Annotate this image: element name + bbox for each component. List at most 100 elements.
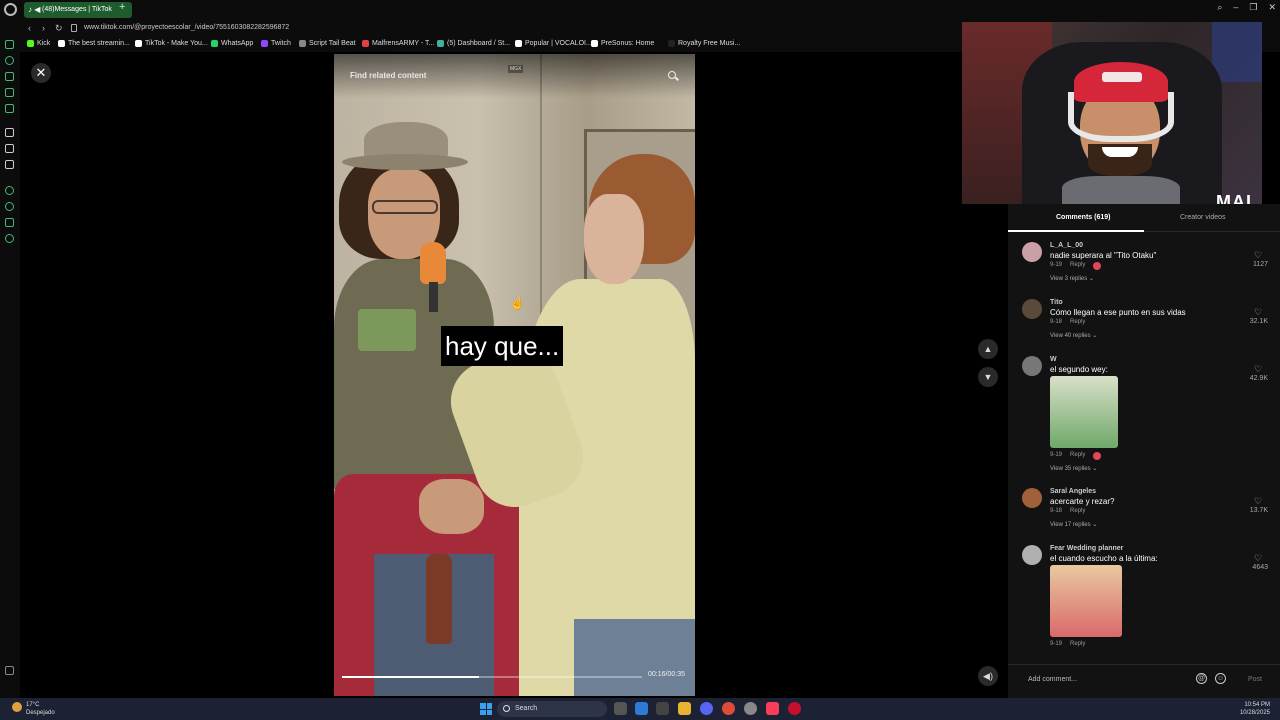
tab-creator-videos[interactable]: Creator videos xyxy=(1180,214,1226,221)
bookmark-item[interactable]: WhatsApp xyxy=(211,40,253,47)
view-replies-button[interactable]: View 17 replies ⌄ xyxy=(1050,521,1097,528)
bookmark-item[interactable]: MalfrensARMY - T... xyxy=(362,40,434,47)
edge-icon[interactable] xyxy=(635,702,648,715)
reply-button[interactable]: Reply xyxy=(1070,319,1085,325)
emoji-icon[interactable]: ☺ xyxy=(1215,673,1226,684)
next-video-button[interactable]: ▼ xyxy=(978,367,998,387)
volume-button[interactable]: ◀) xyxy=(978,666,998,686)
heart-icon[interactable]: ♡ xyxy=(1254,364,1262,375)
sidebar-app-icon[interactable] xyxy=(5,128,14,137)
sidebar-settings-icon[interactable] xyxy=(5,234,14,243)
avatar[interactable] xyxy=(1022,242,1042,262)
heart-icon[interactable]: ♡ xyxy=(1254,250,1262,261)
sidebar-player-icon[interactable] xyxy=(5,186,14,195)
taskbar-clock[interactable]: 10:54 PM 10/28/2025 xyxy=(1240,701,1270,717)
maximize-button[interactable]: ❐ xyxy=(1249,2,1257,13)
add-comment-input[interactable]: Add comment... xyxy=(1028,676,1077,683)
sidebar-messenger-icon[interactable] xyxy=(5,88,14,97)
view-replies-label: View 17 replies xyxy=(1050,522,1091,528)
sidebar-ai-icon[interactable] xyxy=(5,72,14,81)
minimize-button[interactable]: – xyxy=(1233,2,1238,13)
view-replies-button[interactable]: View 35 replies ⌄ xyxy=(1050,465,1097,472)
comment-username[interactable]: W xyxy=(1050,356,1057,363)
weather-temperature: 17°C xyxy=(26,702,40,708)
forward-arrow-icon[interactable]: › xyxy=(42,23,45,33)
bookmark-item[interactable]: PreSonus: Home xyxy=(591,40,654,47)
sidebar-tiktok-icon[interactable] xyxy=(5,144,14,153)
bookmark-item[interactable]: Popular | VOCALOI... xyxy=(515,40,592,47)
back-arrow-icon[interactable]: ‹ xyxy=(28,23,31,33)
comment-username[interactable]: Tito xyxy=(1050,299,1063,306)
avatar[interactable] xyxy=(1022,545,1042,565)
lock-icon xyxy=(71,24,77,32)
close-window-button[interactable]: ✕ xyxy=(1268,2,1276,13)
chrome-icon[interactable] xyxy=(722,702,735,715)
reply-button[interactable]: Reply xyxy=(1070,508,1085,514)
weather-widget[interactable]: 17°C Despejado xyxy=(26,701,55,717)
creator-liked-icon xyxy=(1093,262,1102,270)
sidebar-gx-icon[interactable] xyxy=(5,666,14,675)
search-icon[interactable] xyxy=(668,71,676,79)
bookmark-item[interactable]: TikTok - Make You... xyxy=(135,40,208,47)
bookmark-item[interactable]: Kick xyxy=(27,40,50,47)
post-button[interactable]: Post xyxy=(1248,676,1262,683)
weather-icon[interactable] xyxy=(12,702,22,712)
heart-icon[interactable]: ♡ xyxy=(1254,307,1262,318)
sidebar-x-icon[interactable] xyxy=(5,160,14,169)
taskbar-search[interactable]: Search xyxy=(497,701,607,717)
close-video-button[interactable]: ✕ xyxy=(31,63,51,83)
reply-button[interactable]: Reply xyxy=(1070,262,1085,270)
comment-username[interactable]: L_A_L_00 xyxy=(1050,242,1083,249)
previous-video-button[interactable]: ▲ xyxy=(978,339,998,359)
reply-button[interactable]: Reply xyxy=(1070,452,1085,460)
tab-comments[interactable]: Comments (619) xyxy=(1056,214,1110,221)
view-replies-button[interactable]: View 3 replies ⌄ xyxy=(1050,275,1094,282)
opera-gx-taskbar-icon[interactable] xyxy=(656,702,669,715)
taskview-icon[interactable] xyxy=(614,702,627,715)
url-field[interactable]: www.tiktok.com/@proyectoescolar_/video/7… xyxy=(84,24,289,31)
file-explorer-icon[interactable] xyxy=(678,702,691,715)
sidebar-whatsapp-icon[interactable] xyxy=(5,104,14,113)
bookmark-favicon-icon xyxy=(58,40,65,47)
bookmark-item[interactable]: (5) Dashboard / St... xyxy=(437,40,510,47)
comment-username[interactable]: Fear Wedding planner xyxy=(1050,545,1123,552)
comment-image[interactable] xyxy=(1050,565,1122,637)
sidebar-workspaces-icon[interactable] xyxy=(5,40,14,49)
reply-button[interactable]: Reply xyxy=(1070,641,1085,647)
video-player[interactable]: Find related content MGX hay que... ☝ 00… xyxy=(334,54,695,696)
new-tab-button[interactable]: + xyxy=(119,1,125,13)
tab-title: (48)Messages | TikTok xyxy=(42,6,112,13)
heart-icon[interactable]: ♡ xyxy=(1254,496,1262,507)
progress-bar-fill xyxy=(342,676,479,678)
mention-icon[interactable]: @ xyxy=(1196,673,1207,684)
settings-icon[interactable] xyxy=(744,702,757,715)
comment-username[interactable]: Saral Angeles xyxy=(1050,488,1096,495)
comment-item: Saral Angeles acercarte y rezar? 9-18 Reply… xyxy=(1022,488,1272,538)
avatar[interactable] xyxy=(1022,488,1042,508)
bookmark-item[interactable]: Script Tail Beat xyxy=(299,40,356,47)
start-button[interactable] xyxy=(480,703,492,715)
find-related-content[interactable]: Find related content xyxy=(350,71,426,80)
bookmark-item[interactable]: Twitch xyxy=(261,40,291,47)
opera-icon[interactable] xyxy=(788,702,801,715)
avatar[interactable] xyxy=(1022,299,1042,319)
bookmark-item[interactable]: Royalty Free Musi... xyxy=(668,40,740,47)
sidebar-clock-icon[interactable] xyxy=(5,202,14,211)
music-app-icon[interactable] xyxy=(766,702,779,715)
avatar[interactable] xyxy=(1022,356,1042,376)
view-replies-button[interactable]: View 40 replies ⌄ xyxy=(1050,332,1097,339)
webcam-frame xyxy=(1102,72,1142,82)
browser-tab-active[interactable]: ♪ ◀ (48)Messages | TikTok xyxy=(24,2,132,18)
sidebar-history-icon[interactable] xyxy=(5,56,14,65)
reload-icon[interactable]: ↻ xyxy=(55,23,63,34)
bookmark-item[interactable]: The best streamin... xyxy=(58,40,130,47)
discord-icon[interactable] xyxy=(700,702,713,715)
sidebar-download-icon[interactable] xyxy=(5,218,14,227)
like-count: 32.1K xyxy=(1249,318,1268,325)
heart-icon[interactable]: ♡ xyxy=(1254,553,1262,564)
opera-logo-icon[interactable] xyxy=(4,3,17,16)
comment-image[interactable] xyxy=(1050,376,1118,448)
search-tabs-icon[interactable]: ⌕ xyxy=(1217,2,1222,13)
bookmark-label: Script Tail Beat xyxy=(309,40,356,47)
windows-taskbar: 17°C Despejado Search 10:54 PM 10/28/202… xyxy=(0,698,1280,720)
